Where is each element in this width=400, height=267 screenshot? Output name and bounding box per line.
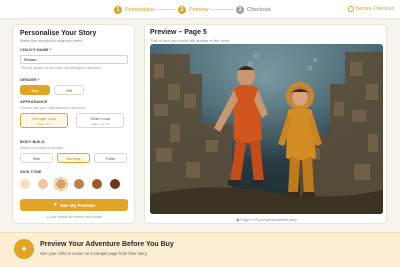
form-subtitle: Make this storybook uniquely theirs — [20, 38, 83, 43]
gender-boy-button[interactable]: Boy — [20, 85, 50, 95]
preview-banner: ✦ Preview Your Adventure Before You Buy … — [0, 232, 400, 267]
step-number: 3 — [236, 5, 244, 14]
step-preview[interactable]: 2 Preview — [178, 5, 209, 14]
skin-tone-label: SKIN TONE — [20, 170, 42, 174]
step-number: 1 — [114, 5, 122, 14]
secure-checkout-label: Secure Checkout — [355, 6, 394, 12]
step-label: Preview — [189, 6, 209, 13]
option-title: Younger Look — [31, 116, 57, 121]
skin-tone-swatch[interactable] — [92, 179, 102, 189]
build-hint: Select your child's body type — [20, 146, 63, 150]
appearance-hint: Choose how your child appears in the sto… — [20, 106, 86, 110]
appearance-older-option[interactable]: Older Look Ages ~10-12 — [76, 113, 124, 128]
preview-title: Preview – Page 5 — [150, 29, 207, 36]
shield-icon: 🔒︎ — [47, 215, 49, 219]
sparkle-icon: ✦ — [14, 239, 34, 259]
gender-label: GENDER * — [20, 78, 40, 82]
build-average-button[interactable]: Average — [57, 153, 90, 163]
form-title: Personalise Your Story — [20, 30, 97, 37]
step-personalise[interactable]: 1 Personalise — [114, 5, 154, 14]
checkout-stepper: 1 Personalise 2 Preview 3 Checkout Secur… — [0, 0, 400, 19]
option-title: Older Look — [90, 116, 110, 121]
step-connector — [151, 9, 175, 10]
page-caption: ◉ Page 5 of your personalised story — [145, 217, 388, 222]
step-label: Checkout — [247, 6, 271, 13]
appearance-label: APPEARANCE — [20, 100, 48, 104]
step-checkout[interactable]: 3 Checkout — [236, 5, 270, 14]
skin-tone-swatch-selected[interactable] — [56, 179, 66, 189]
banner-title: Preview Your Adventure Before You Buy — [40, 241, 174, 248]
secure-checkout: Secure Checkout — [347, 6, 394, 12]
option-age: Ages ~10-12 — [91, 122, 109, 126]
personalise-panel: Personalise Your Story Make this storybo… — [12, 24, 135, 224]
skin-tone-swatch[interactable] — [20, 179, 30, 189]
skin-tone-swatch[interactable] — [74, 179, 84, 189]
see-preview-label: See My Preview — [60, 202, 95, 208]
name-hint: This will appear on the cover and throug… — [20, 66, 101, 70]
build-fuller-button[interactable]: Fuller — [94, 153, 127, 163]
name-label: CHILD'S NAME * — [20, 48, 52, 52]
sparkle-icon: ✦ — [53, 202, 58, 208]
lock-icon — [347, 6, 354, 12]
appearance-younger-option[interactable]: Younger Look Ages ~7-9 — [20, 113, 68, 128]
page-caption-text: Page 5 of your personalised story — [240, 218, 297, 222]
preview-panel: Preview – Page 5 This is how your child … — [144, 24, 387, 224]
privacy-note: 🔒︎ Your details are secure and private — [13, 215, 136, 219]
underwater-temple-scene — [150, 44, 383, 214]
story-page-illustration — [150, 44, 383, 214]
banner-subtitle: See your child in action on a sample pag… — [40, 251, 148, 256]
step-label: Personalise — [125, 6, 154, 13]
child-name-input[interactable]: Rowan — [20, 55, 128, 64]
build-slim-button[interactable]: Slim — [20, 153, 53, 163]
gender-girl-button[interactable]: Girl — [54, 85, 84, 95]
privacy-text: Your details are secure and private — [49, 215, 102, 219]
preview-subtitle: This is how your child will appear in th… — [150, 38, 230, 43]
step-number: 2 — [178, 5, 186, 14]
skin-tone-swatch[interactable] — [38, 179, 48, 189]
step-connector — [210, 9, 234, 10]
skin-tone-swatch[interactable] — [110, 179, 120, 189]
option-age: Ages ~7-9 — [37, 122, 51, 126]
see-preview-button[interactable]: ✦ See My Preview — [20, 199, 128, 211]
eye-icon: ◉ — [236, 218, 240, 222]
build-label: BODY BUILD — [20, 140, 45, 144]
